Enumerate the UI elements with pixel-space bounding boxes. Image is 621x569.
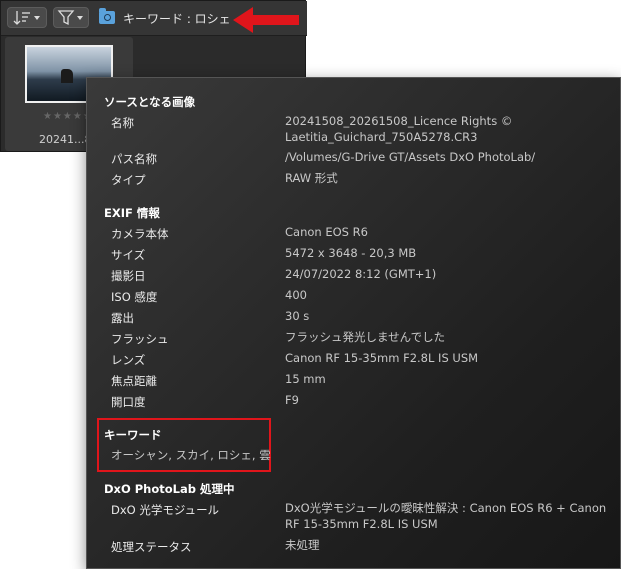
sort-button[interactable] [7, 7, 47, 28]
label-lens: レンズ [111, 353, 146, 367]
image-info-panel: ソースとなる画像 名称 20241508_20261508_Licence Ri… [86, 77, 621, 569]
browser-toolbar: キーワード : ロシェ [1, 1, 307, 36]
value-aperture: F9 [285, 393, 299, 407]
label-flash: フラッシュ [111, 332, 169, 346]
red-arrow-annotation [233, 7, 299, 33]
filter-icon [57, 10, 83, 26]
value-process-status: 未処理 [285, 538, 320, 552]
value-focal-length: 15 mm [285, 372, 326, 386]
label-aperture: 開口度 [111, 395, 146, 409]
value-optics-module-line2: RF 15-35mm F2.8L IS USM [285, 517, 438, 531]
section-title-dxo: DxO PhotoLab 処理中 [104, 482, 235, 496]
label-date: 撮影日 [111, 269, 146, 283]
value-date: 24/07/2022 8:12 (GMT+1) [285, 267, 437, 281]
value-exposure: 30 s [285, 309, 310, 323]
label-camera: カメラ本体 [111, 227, 169, 241]
value-name-line1: 20241508_20261508_Licence Rights © [285, 114, 513, 128]
value-lens: Canon RF 15-35mm F2.8L IS USM [285, 351, 479, 365]
value-flash: フラッシュ発光しませんでした [285, 330, 446, 344]
section-title-source: ソースとなる画像 [104, 95, 196, 109]
label-exposure: 露出 [111, 311, 134, 325]
label-size: サイズ [111, 248, 146, 262]
value-iso: 400 [285, 288, 307, 302]
label-type: タイプ [111, 173, 146, 187]
label-optics-module: DxO 光学モジュール [111, 503, 220, 517]
value-camera: Canon EOS R6 [285, 225, 368, 239]
label-path: パス名称 [111, 152, 157, 166]
folder-search-icon [99, 8, 115, 24]
label-iso: ISO 感度 [111, 290, 158, 304]
keywords-value: オーシャン, スカイ, ロシェ, 雲 [111, 448, 271, 462]
label-process-status: 処理ステータス [111, 540, 192, 554]
value-optics-module-line1: DxO光学モジュールの曖昧性解決 : Canon EOS R6 + Canon [285, 501, 607, 515]
breadcrumb: キーワード : ロシェ [123, 12, 231, 26]
label-name: 名称 [111, 116, 134, 130]
sort-icon [13, 11, 40, 25]
label-focal-length: 焦点距離 [111, 374, 157, 388]
section-title-keywords: キーワード [104, 428, 162, 442]
value-type: RAW 形式 [285, 171, 338, 185]
filter-button[interactable] [53, 7, 89, 28]
value-name-line2: Laetitia_Guichard_750A5278.CR3 [285, 130, 478, 144]
value-size: 5472 x 3648 - 20,3 MB [285, 246, 417, 260]
section-title-exif: EXIF 情報 [104, 206, 160, 220]
value-path: /Volumes/G-Drive GT/Assets DxO PhotoLab/ [285, 150, 536, 164]
